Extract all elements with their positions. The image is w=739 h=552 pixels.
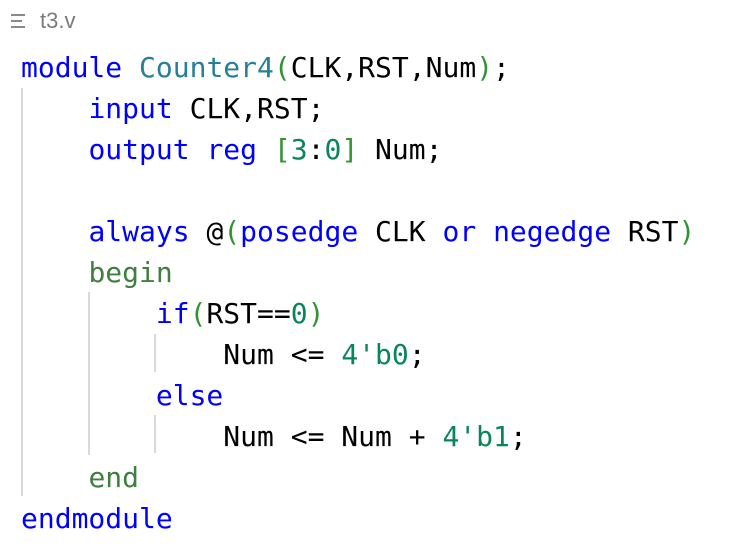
code-token: negedge: [493, 215, 612, 248]
code-token: if: [155, 297, 190, 330]
code-token: posedge: [240, 215, 359, 248]
code-line[interactable]: module Counter4(CLK,RST,Num);: [21, 47, 510, 88]
code-token: ;: [408, 338, 426, 371]
code-token: (: [189, 297, 207, 330]
code-token: 0: [290, 297, 308, 330]
code-line[interactable]: Num <= Num + 4'b1;: [21, 416, 527, 457]
code-token: ;: [509, 420, 527, 453]
code-token: RST: [611, 215, 679, 248]
code-token: always: [88, 215, 190, 248]
code-token: Num;: [358, 133, 443, 166]
code-line[interactable]: if(RST==0): [21, 293, 325, 334]
code-editor[interactable]: t3.v module Counter4(CLK,RST,Num); input…: [0, 0, 739, 552]
code-token: 4'b0: [341, 338, 409, 371]
code-token: module: [21, 51, 123, 84]
code-token: 3: [290, 133, 308, 166]
code-token: or: [442, 215, 477, 248]
code-token: CLK: [290, 51, 342, 84]
code-token: Num <=: [223, 338, 342, 371]
code-token: :: [307, 133, 325, 166]
code-token: RST: [358, 51, 409, 84]
code-token: output: [88, 133, 190, 166]
code-token: 4'b1: [442, 420, 510, 453]
code-token: begin: [88, 256, 173, 289]
code-token: ;: [493, 51, 510, 84]
code-token: ): [476, 51, 494, 84]
code-line[interactable]: input CLK,RST;: [21, 88, 324, 129]
code-token: end: [88, 461, 140, 494]
code-line[interactable]: endmodule: [21, 498, 173, 539]
code-token: RST==: [206, 297, 291, 330]
code-line[interactable]: end: [21, 457, 139, 498]
code-token: (: [223, 215, 241, 248]
code-token: ): [307, 297, 325, 330]
code-token: ]: [341, 133, 359, 166]
code-token: ,: [408, 51, 426, 84]
code-token: CLK: [358, 215, 443, 248]
code-token: ): [678, 215, 696, 248]
code-token: endmodule: [21, 502, 173, 535]
code-token: else: [155, 379, 224, 412]
code-token: [: [273, 133, 291, 166]
code-token: Num: [425, 51, 477, 84]
code-token: Counter4: [139, 51, 274, 84]
code-token: @: [206, 215, 224, 248]
code-token: ,: [341, 51, 359, 84]
code-token: Num <= Num +: [223, 420, 443, 453]
code-token: 0: [324, 133, 342, 166]
code-line[interactable]: Num <= 4'b0;: [21, 334, 426, 375]
code-line[interactable]: else: [21, 375, 223, 416]
code-token: (: [273, 51, 291, 84]
code-token: input: [88, 92, 173, 125]
code-token: CLK,RST;: [172, 92, 325, 125]
code-area[interactable]: module Counter4(CLK,RST,Num); input CLK,…: [0, 0, 739, 552]
code-token: reg: [206, 133, 258, 166]
code-line[interactable]: begin: [21, 252, 173, 293]
code-line[interactable]: output reg [3:0] Num;: [21, 129, 442, 170]
code-line[interactable]: always @(posedge CLK or negedge RST): [21, 211, 695, 252]
